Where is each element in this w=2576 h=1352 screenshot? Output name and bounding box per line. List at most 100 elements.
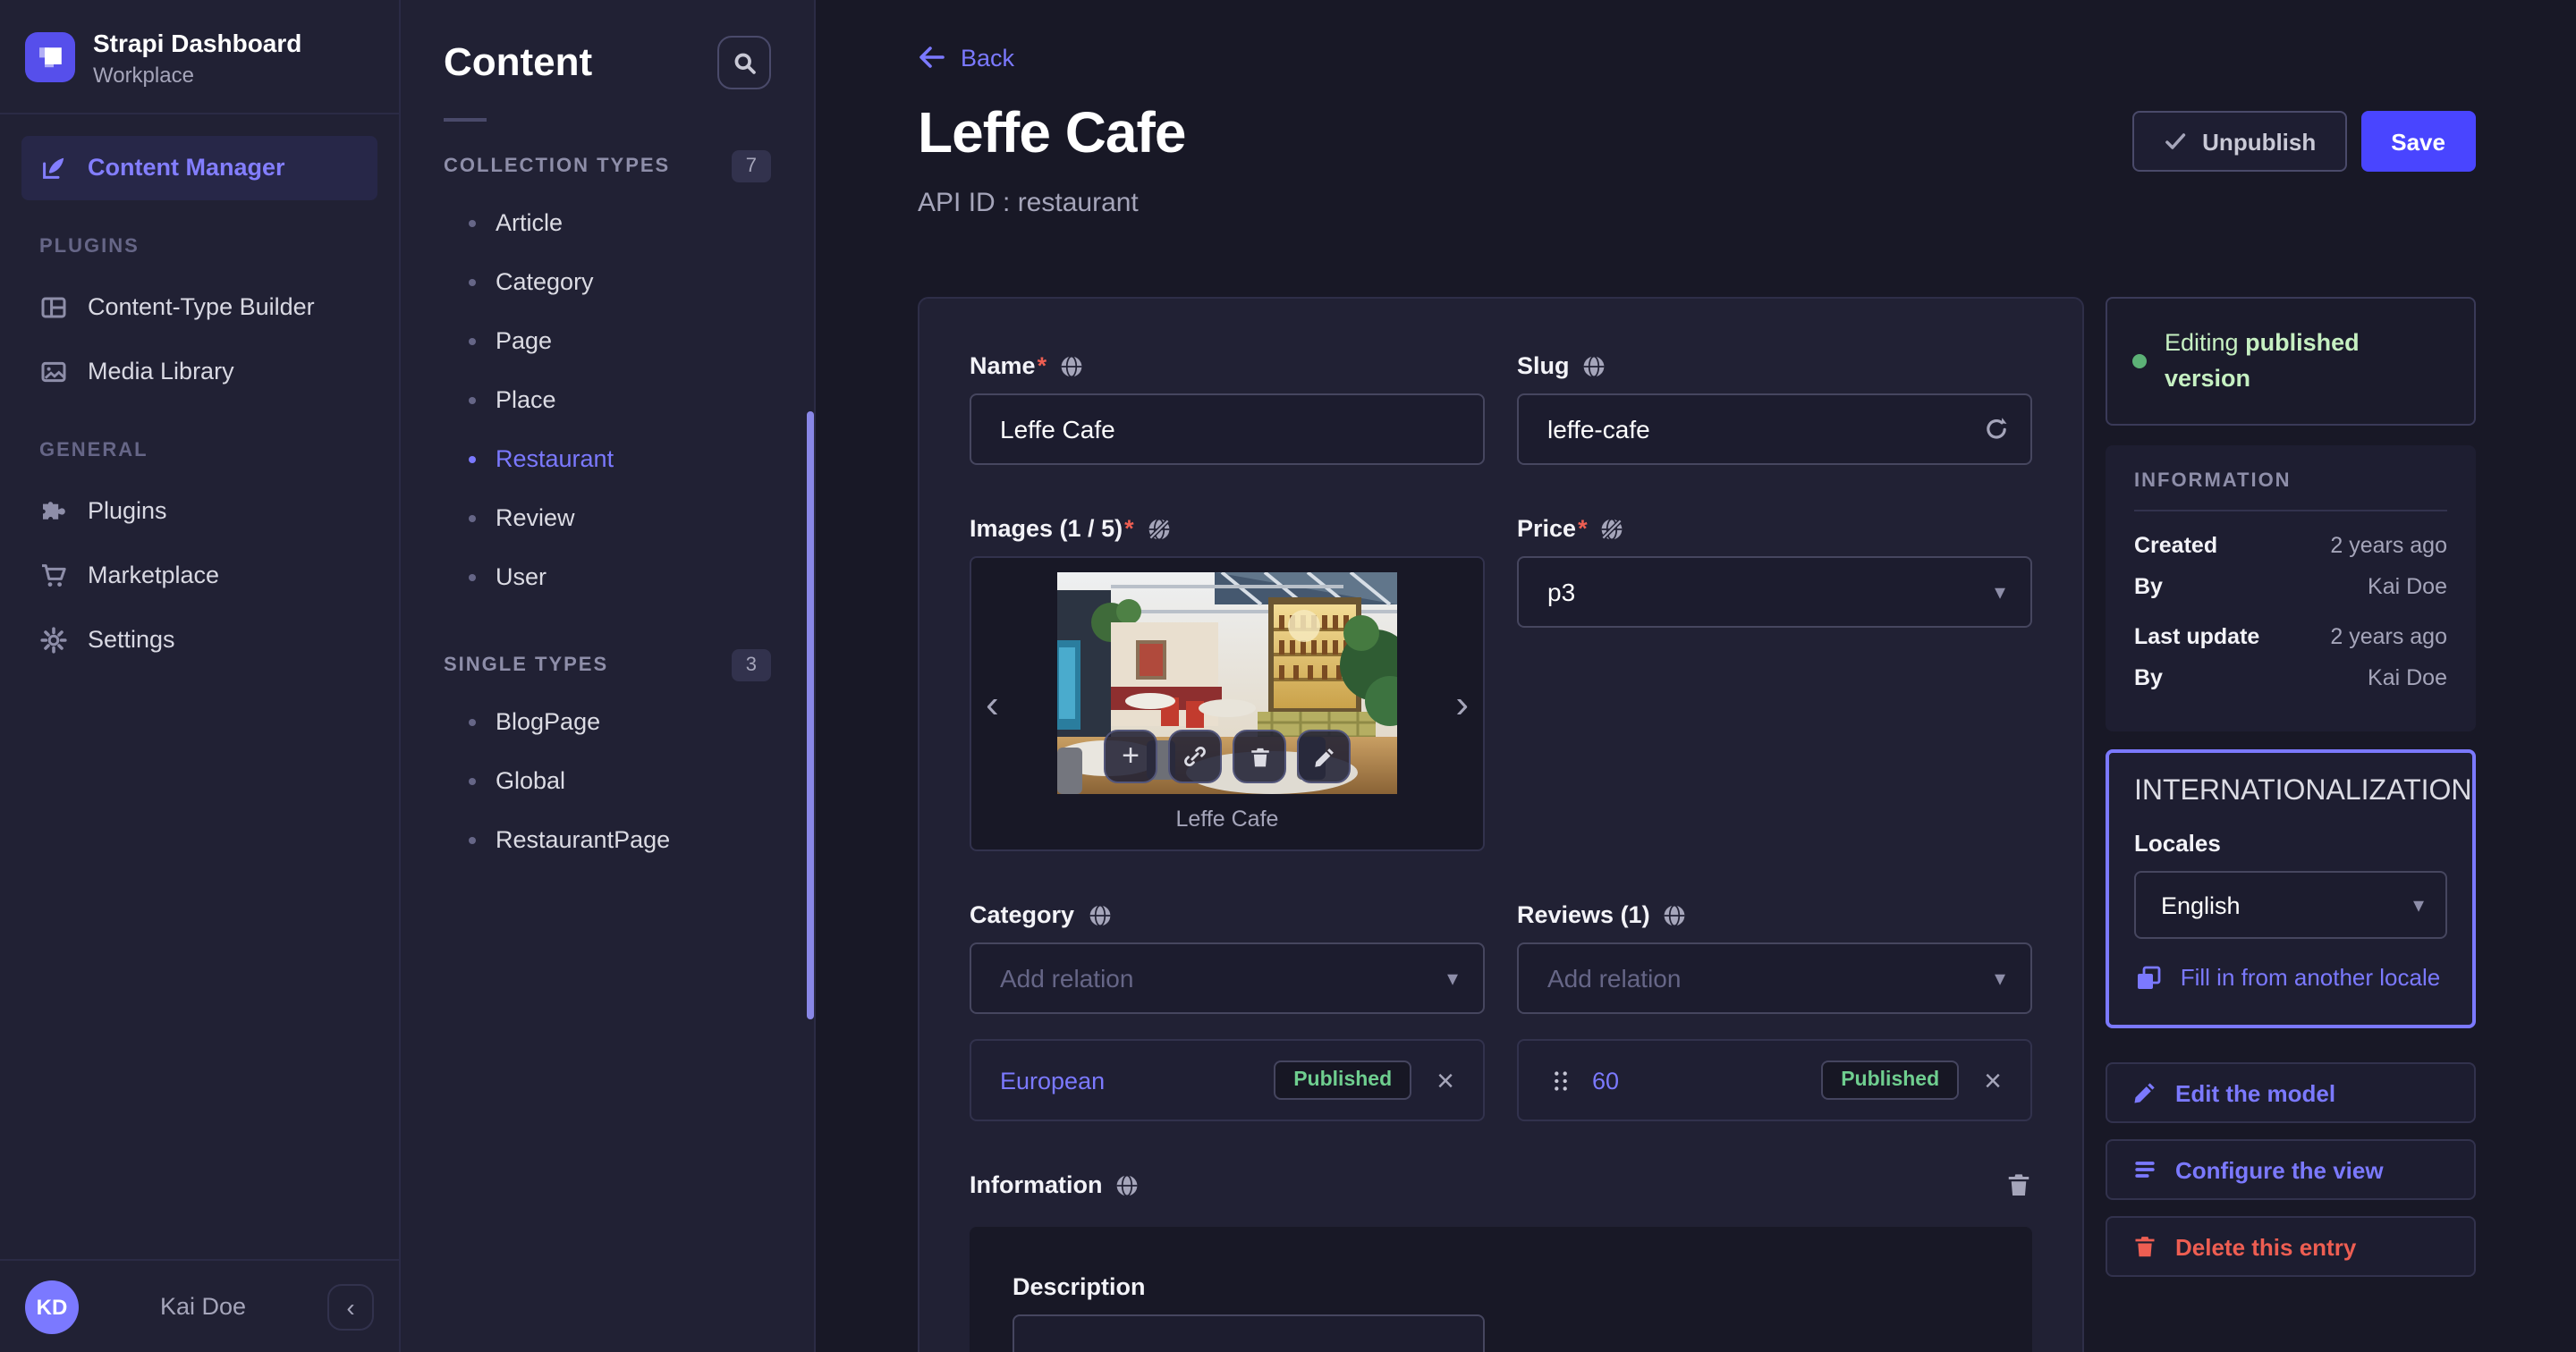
divider xyxy=(444,118,487,122)
arrow-left-icon xyxy=(919,46,945,68)
sidebar-item-label: User xyxy=(496,563,547,590)
nav-item-media-library[interactable]: Media Library xyxy=(21,339,377,403)
meta-sidebar: Editing published version INFORMATION Cr… xyxy=(2106,297,2476,1293)
nav-section-plugins: PLUGINS xyxy=(39,235,140,257)
entry-actions: Edit the model Configure the view Delete… xyxy=(2106,1062,2476,1293)
price-label: Price * xyxy=(1517,515,2032,542)
category-relation-combobox[interactable]: Add relation ▾ xyxy=(970,942,1485,1014)
caret-down-icon: ▾ xyxy=(1994,966,2005,991)
nav-item-content-type-builder[interactable]: Content-Type Builder xyxy=(21,275,377,339)
relation-link[interactable]: 60 xyxy=(1592,1067,1803,1094)
edit-status-card: Editing published version xyxy=(2106,297,2476,426)
reviews-relation-combobox[interactable]: Add relation ▾ xyxy=(1517,942,2032,1014)
nav-item-label: Media Library xyxy=(88,358,234,384)
sidebar-item-global[interactable]: Global xyxy=(444,751,771,810)
edit-model-button[interactable]: Edit the model xyxy=(2106,1062,2476,1124)
sidebar-item-blogpage[interactable]: BlogPage xyxy=(444,692,771,751)
nav-section-general: GENERAL xyxy=(39,439,148,461)
nav-item-settings[interactable]: Settings xyxy=(21,607,377,672)
reviews-label: Reviews (1) xyxy=(1517,901,2032,928)
single-types-label: SINGLE TYPES xyxy=(444,655,609,676)
locale-value: English xyxy=(2161,891,2241,918)
slug-field: Slug xyxy=(1517,352,2032,465)
information-label: Information xyxy=(970,1171,1140,1198)
cart-icon xyxy=(42,563,66,586)
description-label: Description xyxy=(1013,1273,1146,1300)
carousel-actions: + xyxy=(1104,730,1351,783)
sidebar-item-category[interactable]: Category xyxy=(444,252,771,311)
search-icon xyxy=(733,52,755,73)
nav-item-label: Marketplace xyxy=(88,562,220,588)
workspace-name: Strapi Dashboard xyxy=(93,29,302,57)
globe-icon xyxy=(1584,354,1605,377)
scrollbar-thumb[interactable] xyxy=(807,411,814,1019)
remove-relation-button[interactable]: × xyxy=(1429,1061,1462,1099)
configure-view-button[interactable]: Configure the view xyxy=(2106,1139,2476,1201)
main-nav-list: Content Manager PLUGINS Content-Type Bui… xyxy=(0,114,399,672)
delete-entry-button[interactable]: Delete this entry xyxy=(2106,1216,2476,1278)
carousel-next-icon[interactable]: › xyxy=(1455,683,1469,723)
category-field: Category Add relation ▾ European Publish… xyxy=(970,901,1485,1121)
fill-from-locale-row[interactable]: Fill in from another locale xyxy=(2134,960,2447,996)
edit-image-button[interactable] xyxy=(1297,730,1351,783)
collection-types-count-badge: 7 xyxy=(731,150,771,182)
workspace-brand[interactable]: Strapi Dashboard Workplace xyxy=(0,0,399,114)
nav-item-marketplace[interactable]: Marketplace xyxy=(21,543,377,607)
nav-item-plugins[interactable]: Plugins xyxy=(21,478,377,543)
sidebar-item-label: Place xyxy=(496,386,556,413)
search-button[interactable] xyxy=(717,36,771,89)
back-link[interactable]: Back xyxy=(918,43,2476,72)
sidebar-item-review[interactable]: Review xyxy=(444,488,771,547)
collection-types-header: COLLECTION TYPES 7 xyxy=(444,150,771,182)
description-textarea[interactable] xyxy=(1013,1314,1485,1352)
sidebar-item-restaurant[interactable]: Restaurant xyxy=(444,429,771,488)
remove-relation-button[interactable]: × xyxy=(1977,1061,2009,1099)
combobox-placeholder: Add relation xyxy=(1000,964,1134,993)
locale-select[interactable]: English ▾ xyxy=(2134,871,2447,939)
images-label: Images (1 / 5) * xyxy=(970,515,1485,542)
relation-link[interactable]: European xyxy=(1000,1067,1256,1094)
slug-input[interactable] xyxy=(1517,393,2032,465)
page-title: Leffe Cafe xyxy=(918,100,1186,165)
sidebar-item-page[interactable]: Page xyxy=(444,311,771,370)
sidebar-item-label: RestaurantPage xyxy=(496,826,671,853)
carousel-prev-icon[interactable]: ‹ xyxy=(986,683,999,723)
sidebar-item-label: Restaurant xyxy=(496,445,614,472)
strapi-app: Strapi Dashboard Workplace Content Manag… xyxy=(0,0,2576,1352)
sidebar-item-user[interactable]: User xyxy=(444,547,771,606)
delete-entry-label: Delete this entry xyxy=(2175,1233,2357,1261)
unpublish-button[interactable]: Unpublish xyxy=(2132,111,2347,172)
trash-icon xyxy=(2135,1237,2155,1257)
edit-status-text: Editing published version xyxy=(2165,328,2360,393)
delete-image-button[interactable] xyxy=(1233,730,1286,783)
collapse-nav-button[interactable]: ‹ xyxy=(327,1283,374,1330)
internationalization-title: INTERNATIONALIZATION xyxy=(2134,776,2472,807)
price-select[interactable]: p3 ▾ xyxy=(1517,556,2032,628)
bullet-icon xyxy=(469,455,476,462)
category-label: Category xyxy=(970,901,1485,928)
sidebar-item-article[interactable]: Article xyxy=(444,193,771,252)
globe-strikethrough-icon xyxy=(1148,517,1170,540)
delete-component-icon[interactable] xyxy=(2005,1171,2032,1198)
name-input[interactable] xyxy=(970,393,1485,465)
copy-link-button[interactable] xyxy=(1168,730,1222,783)
plus-icon: + xyxy=(1122,739,1140,773)
sidebar-item-place[interactable]: Place xyxy=(444,370,771,429)
list-icon xyxy=(2135,1162,2155,1179)
close-icon: × xyxy=(1984,1063,2002,1097)
nav-item-content-manager[interactable]: Content Manager xyxy=(21,135,377,199)
save-button[interactable]: Save xyxy=(2360,111,2476,172)
sidebar-item-restaurantpage[interactable]: RestaurantPage xyxy=(444,810,771,869)
add-image-button[interactable]: + xyxy=(1104,730,1157,783)
nav-item-label: Content Manager xyxy=(88,154,285,181)
avatar[interactable]: KD xyxy=(25,1280,79,1333)
check-icon xyxy=(2165,133,2186,149)
required-mark: * xyxy=(1037,352,1047,379)
drag-handle-icon[interactable] xyxy=(1547,1067,1574,1094)
collection-types-label: COLLECTION TYPES xyxy=(444,156,671,177)
bullet-icon xyxy=(469,396,476,403)
layout-icon xyxy=(41,296,66,317)
collapse-chevron-icon: ‹ xyxy=(346,1292,355,1321)
regenerate-icon[interactable] xyxy=(1982,415,2011,444)
brand-text: Strapi Dashboard Workplace xyxy=(93,29,301,87)
